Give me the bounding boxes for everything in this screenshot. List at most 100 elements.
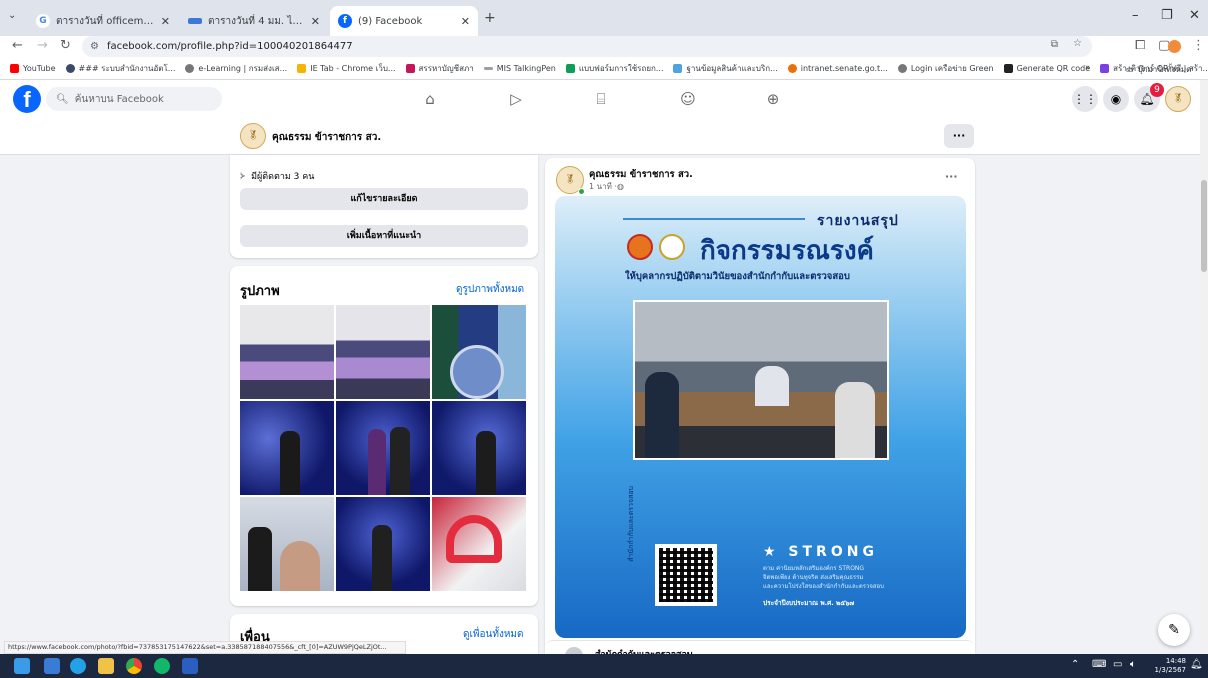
bookmark-item[interactable]: แบบฟอร์มการใช้รถยก... bbox=[565, 62, 663, 75]
rss-icon: ⦔ bbox=[240, 171, 246, 181]
see-all-friends-link[interactable]: ดูเพื่อนทั้งหมด bbox=[463, 627, 524, 642]
groups-icon[interactable]: ☺ bbox=[679, 90, 697, 108]
tab-3[interactable]: f (9) Facebook ✕ bbox=[330, 6, 478, 36]
close-window-icon[interactable]: ✕ bbox=[1189, 8, 1200, 23]
edge-icon[interactable] bbox=[70, 658, 86, 674]
post-options-icon[interactable]: ··· bbox=[945, 170, 958, 183]
bookmark-item[interactable]: YouTube bbox=[10, 64, 56, 73]
account-avatar[interactable]: 🏅︎ bbox=[1165, 86, 1191, 112]
restore-icon[interactable]: ❐ bbox=[1161, 8, 1173, 23]
volume-icon[interactable]: 🔈︎ bbox=[1130, 659, 1136, 670]
photo-thumb[interactable] bbox=[336, 497, 430, 591]
photo-thumb[interactable] bbox=[240, 305, 334, 399]
poster-vertical-text: สำนักกำกับและตรวจสอบ bbox=[627, 486, 635, 562]
new-message-button[interactable]: ✎ bbox=[1158, 614, 1190, 646]
file-explorer-icon[interactable] bbox=[98, 658, 114, 674]
bookmark-star-icon[interactable]: ☆ bbox=[1073, 38, 1082, 49]
bookmark-item[interactable]: e-Learning | กรมส่งเส... bbox=[185, 62, 287, 75]
poster-kicker: รายงานสรุป bbox=[817, 213, 899, 229]
bookmark-item[interactable]: Login เครือข่าย Green bbox=[897, 62, 994, 75]
bookmarks-overflow[interactable]: » bbox=[1085, 63, 1091, 73]
meeting-photo bbox=[633, 300, 889, 460]
photo-thumb[interactable] bbox=[432, 401, 526, 495]
link-status-bar: https://www.facebook.com/photo/?fbid=737… bbox=[4, 641, 406, 654]
new-tab-button[interactable]: + bbox=[484, 10, 496, 26]
facebook-logo-icon[interactable]: f bbox=[13, 85, 41, 113]
next-post-card: สำนักกำกับและตรวจสอบ bbox=[545, 640, 975, 657]
bookmark-item[interactable]: ฐานข้อมูลสินค้าและบริก... bbox=[673, 62, 778, 75]
task-view-icon[interactable] bbox=[44, 658, 60, 674]
menu-grid-icon[interactable]: ⋮⋮ bbox=[1072, 86, 1098, 112]
browser-menu-icon[interactable]: ⋮ bbox=[1192, 38, 1205, 53]
line-app-icon[interactable] bbox=[154, 658, 170, 674]
post-time[interactable]: 1 นาที · bbox=[589, 180, 617, 193]
all-bookmarks-folder[interactable]: ▭ บุ๊กมาร์กทั้งหมด bbox=[1126, 63, 1191, 76]
photo-thumb[interactable] bbox=[336, 401, 430, 495]
minimize-icon[interactable]: – bbox=[1132, 8, 1139, 23]
profile-more-button[interactable]: ··· bbox=[944, 124, 974, 148]
taskbar-clock[interactable]: 14:48 1/3/2567 bbox=[1152, 657, 1186, 675]
google-icon: G bbox=[36, 14, 50, 28]
followers-count[interactable]: มีผู้ติดตาม 3 คน bbox=[251, 169, 314, 183]
chrome-icon[interactable] bbox=[126, 658, 142, 674]
doc-icon bbox=[188, 18, 202, 24]
profile-name[interactable]: คุณธรรม ข้าราชการ สว. bbox=[272, 130, 381, 145]
facebook-search-input[interactable]: 🔍︎ ค้นหาบน Facebook bbox=[46, 87, 222, 111]
notification-center-icon[interactable]: 🔔︎ bbox=[1190, 659, 1203, 670]
browser-tab-strip: ⌄ G ตารางวันที่ officemate 2567 - ต ✕ ตา… bbox=[0, 0, 1208, 36]
photo-thumb[interactable] bbox=[240, 401, 334, 495]
url-bar[interactable]: ⚙ facebook.com/profile.php?id=1000402018… bbox=[82, 36, 1092, 57]
tab-2[interactable]: ตารางวันที่ 4 มม. ไทม ไพลิด TR- ✕ bbox=[180, 6, 328, 36]
bookmark-item[interactable]: intranet.senate.go.t... bbox=[787, 64, 888, 73]
close-icon[interactable]: ✕ bbox=[461, 15, 470, 28]
back-icon[interactable]: ← bbox=[12, 38, 23, 53]
add-featured-button[interactable]: เพิ่มเนื้อหาที่แนะนำ bbox=[240, 225, 528, 247]
tab-1[interactable]: G ตารางวันที่ officemate 2567 - ต ✕ bbox=[28, 6, 178, 36]
poster-headline: กิจกรรมรณรงค์ bbox=[700, 236, 874, 266]
bookmark-item[interactable]: IE Tab - Chrome เว็บ... bbox=[297, 62, 396, 75]
followers-row: ⦔ มีผู้ติดตาม 3 คน bbox=[240, 169, 314, 183]
network-icon[interactable]: ▭ bbox=[1113, 659, 1122, 670]
bookmark-item[interactable]: MIS TalkingPen bbox=[483, 64, 556, 73]
edit-details-button[interactable]: แก้ไขรายละเอียด bbox=[240, 188, 528, 210]
scrollbar-thumb[interactable] bbox=[1201, 180, 1207, 272]
forward-icon[interactable]: → bbox=[37, 38, 48, 53]
photos-title: รูปภาพ bbox=[240, 284, 280, 299]
word-icon[interactable] bbox=[182, 658, 198, 674]
tab-search-icon[interactable]: ⌄ bbox=[8, 10, 16, 21]
url-text: facebook.com/profile.php?id=100040201864… bbox=[106, 41, 353, 52]
photo-thumb[interactable] bbox=[432, 497, 526, 591]
site-info-icon[interactable]: ⚙ bbox=[90, 41, 99, 52]
page-scrollbar[interactable] bbox=[1200, 80, 1208, 653]
close-icon[interactable]: ✕ bbox=[311, 15, 320, 28]
profile-avatar-small[interactable]: 🏅︎ bbox=[240, 123, 266, 149]
close-icon[interactable]: ✕ bbox=[161, 15, 170, 28]
windows-start-icon[interactable] bbox=[14, 658, 30, 674]
bookmarks-bar: YouTube ### ระบบสำนักงานอัตโ... e-Learni… bbox=[0, 58, 1208, 80]
office-emblem-icon bbox=[659, 234, 685, 260]
bookmark-item[interactable]: ### ระบบสำนักงานอัตโ... bbox=[65, 62, 175, 75]
reload-icon[interactable]: ↻ bbox=[60, 38, 71, 53]
marketplace-icon[interactable]: ⌸ bbox=[592, 90, 610, 108]
video-icon[interactable]: ▷ bbox=[507, 90, 525, 108]
home-icon[interactable]: ⌂ bbox=[421, 90, 439, 108]
bookmark-item[interactable]: สรรหาบัญชีสภา bbox=[405, 62, 474, 75]
tab-2-title: ตารางวันที่ 4 มม. ไทม ไพลิด TR- bbox=[208, 15, 305, 27]
profile-avatar[interactable] bbox=[1168, 40, 1181, 53]
cast-icon[interactable]: ⧉ bbox=[1051, 39, 1058, 50]
globe-icon: ◍ bbox=[616, 182, 624, 191]
messenger-icon[interactable]: ◉ bbox=[1103, 86, 1129, 112]
poster-rule bbox=[623, 218, 805, 220]
post-image[interactable]: รายงานสรุป กิจกรรมรณรงค์ ให้บุคลากรปฏิบั… bbox=[555, 196, 966, 638]
see-all-photos-link[interactable]: ดูรูปภาพทั้งหมด bbox=[456, 282, 524, 297]
gaming-icon[interactable]: ⊕ bbox=[764, 90, 782, 108]
tray-chevron-icon[interactable]: ⌃ bbox=[1071, 659, 1079, 670]
bookmark-item[interactable]: Generate QR code bbox=[1003, 64, 1090, 73]
extensions-icon[interactable]: ⧠ bbox=[1135, 38, 1145, 53]
language-icon[interactable]: ⌨ bbox=[1092, 659, 1106, 670]
photo-thumb[interactable] bbox=[240, 497, 334, 591]
poster-subtitle: ให้บุคลากรปฏิบัติตามวินัยของสำนักกำกับแล… bbox=[625, 271, 850, 282]
notification-badge: 9 bbox=[1150, 83, 1164, 97]
photo-thumb[interactable] bbox=[432, 305, 526, 399]
photo-thumb[interactable] bbox=[336, 305, 430, 399]
